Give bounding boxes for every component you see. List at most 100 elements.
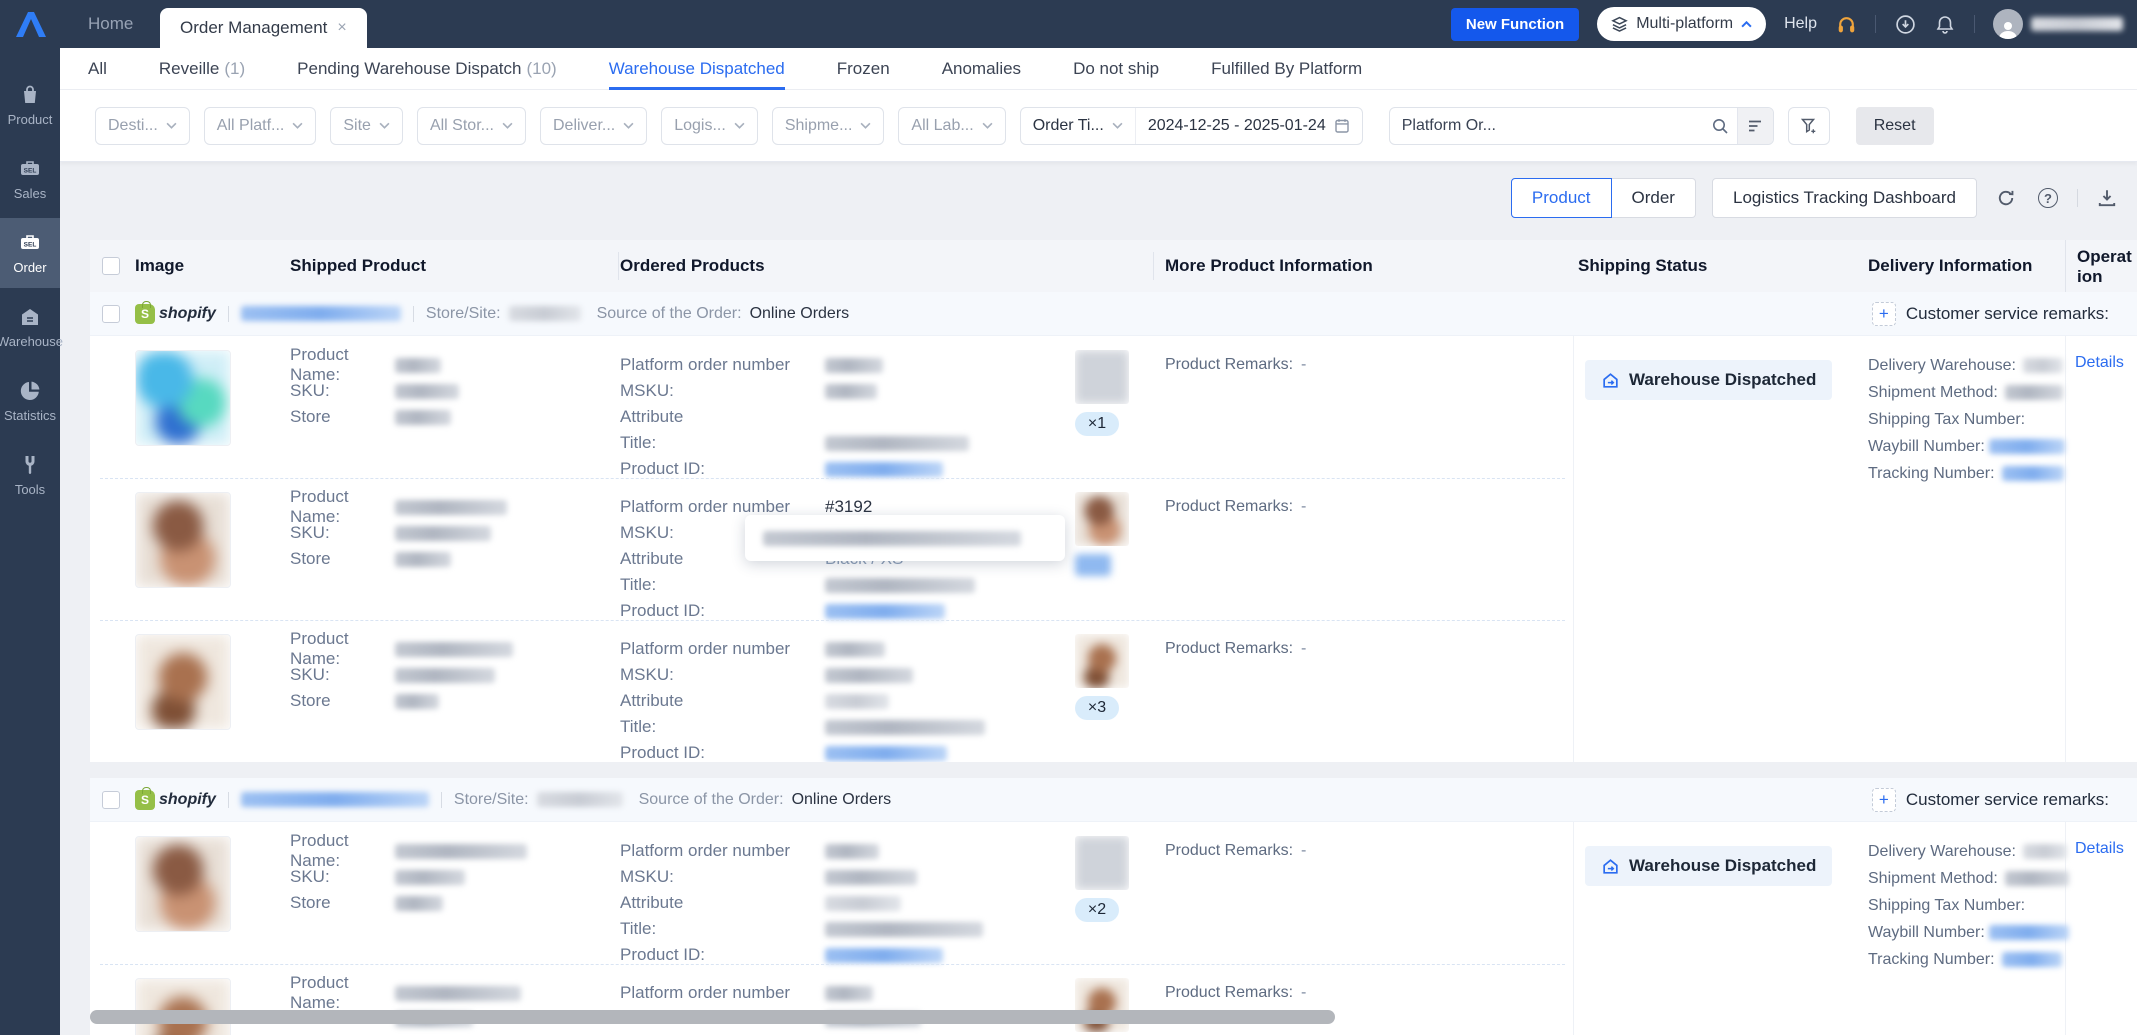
redacted-value: [395, 357, 441, 373]
tab-label: Fulfilled By Platform: [1211, 58, 1363, 78]
select-order-checkbox[interactable]: [102, 790, 120, 809]
redacted-order-number[interactable]: [240, 306, 401, 321]
product-remarks-label: Product Remarks:: [1165, 356, 1294, 373]
platform-filter-dropdown[interactable]: All Platf...: [203, 106, 317, 145]
order-time-type-dropdown[interactable]: Order Ti...: [1021, 107, 1136, 144]
tab-fulfilled-by-platform[interactable]: Fulfilled By Platform: [1211, 48, 1362, 90]
date-range-picker[interactable]: 2024-12-25 - 2025-01-24: [1136, 117, 1362, 135]
quantity-thumbnail[interactable]: [1075, 350, 1129, 404]
add-remark-button[interactable]: +: [1871, 788, 1896, 812]
scrollbar-thumb[interactable]: [90, 1010, 1335, 1024]
user-account[interactable]: [1993, 9, 2123, 39]
label-filter-dropdown[interactable]: All Lab...: [898, 106, 1006, 145]
select-all-checkbox[interactable]: [102, 257, 120, 275]
shipping-status-badge: Warehouse Dispatched: [1585, 846, 1833, 886]
details-link[interactable]: Details: [2075, 840, 2124, 858]
redacted-value: [395, 499, 507, 515]
redacted-product-id[interactable]: [825, 745, 947, 761]
download-circle-icon[interactable]: [1894, 13, 1916, 35]
tab-anomalies[interactable]: Anomalies: [942, 48, 1021, 90]
dropdown-label: Logis...: [674, 116, 726, 134]
select-order-checkbox[interactable]: [102, 304, 120, 323]
details-link[interactable]: Details: [2075, 354, 2124, 372]
tab-home[interactable]: Home: [88, 0, 133, 48]
source-value: Online Orders: [791, 790, 892, 808]
redacted-value: [395, 693, 439, 709]
quantity-thumbnail[interactable]: [1075, 492, 1129, 546]
advanced-filter-button[interactable]: [1787, 106, 1830, 145]
reset-button[interactable]: Reset: [1855, 106, 1934, 145]
close-icon[interactable]: ×: [337, 19, 346, 37]
redacted-order-number[interactable]: [240, 792, 429, 807]
redacted-tracking[interactable]: [2001, 952, 2062, 967]
sidebar-item-sales[interactable]: SEL Sales: [0, 144, 60, 214]
quantity-thumbnail[interactable]: [1075, 836, 1129, 890]
tab-do-not-ship[interactable]: Do not ship: [1073, 48, 1159, 90]
site-filter-dropdown[interactable]: Site: [330, 106, 403, 145]
logistics-filter-dropdown[interactable]: Logis...: [661, 106, 758, 145]
destination-filter-dropdown[interactable]: Desti...: [95, 106, 190, 145]
sidebar-item-label: Tools: [14, 482, 46, 497]
product-image[interactable]: [135, 836, 231, 932]
refresh-icon[interactable]: [1993, 185, 2019, 211]
redacted-waybill[interactable]: [1988, 439, 2065, 454]
add-remark-button[interactable]: +: [1871, 302, 1896, 326]
shipment-filter-dropdown[interactable]: Shipme...: [771, 106, 885, 145]
col-image: Image: [135, 256, 185, 275]
order-group: S shopify Store/Site: Source of the Orde…: [90, 778, 2137, 1035]
help-circle-icon[interactable]: ?: [2035, 185, 2061, 211]
view-toggle-order[interactable]: Order: [1611, 178, 1696, 218]
redacted-store: [508, 306, 581, 321]
tab-all[interactable]: All: [88, 48, 107, 90]
redacted-value: [395, 525, 491, 541]
headset-support-icon[interactable]: [1835, 13, 1857, 35]
store-label: Store: [290, 893, 331, 912]
sidebar-item-order[interactable]: SEL Order: [0, 218, 60, 288]
tab-pending-warehouse-dispatch[interactable]: Pending Warehouse Dispatch (10): [297, 48, 557, 90]
view-toggle-product[interactable]: Product: [1510, 178, 1612, 218]
export-download-icon[interactable]: [2094, 185, 2120, 211]
search-icon[interactable]: [1703, 108, 1737, 144]
product-image[interactable]: [135, 350, 231, 446]
redacted-value: [395, 843, 527, 859]
msku-label: MSKU:: [620, 867, 674, 886]
app-logo-icon[interactable]: [0, 0, 60, 48]
delivery-filter-dropdown[interactable]: Deliver...: [539, 106, 648, 145]
product-id-label: Product ID:: [620, 459, 706, 478]
redacted-tracking[interactable]: [2001, 466, 2064, 481]
dropdown-label: Deliver...: [552, 116, 616, 134]
customer-service-remarks-label: Customer service remarks:: [1905, 304, 2109, 323]
msku-label: MSKU:: [620, 381, 674, 400]
tab-warehouse-dispatched[interactable]: Warehouse Dispatched: [608, 48, 785, 90]
product-image[interactable]: [135, 978, 231, 1035]
product-image[interactable]: [135, 634, 231, 730]
product-remarks-value: -: [1301, 356, 1307, 373]
redacted-product-id[interactable]: [825, 603, 945, 619]
quantity-thumbnail[interactable]: [1075, 634, 1129, 688]
redacted-product-id[interactable]: [825, 461, 943, 477]
store-filter-dropdown[interactable]: All Stor...: [416, 106, 526, 145]
new-function-button[interactable]: New Function: [1450, 7, 1580, 41]
multi-platform-switcher[interactable]: Multi-platform: [1597, 7, 1767, 41]
search-input[interactable]: [1389, 116, 1703, 135]
search-options-icon[interactable]: [1736, 107, 1773, 144]
tab-frozen[interactable]: Frozen: [837, 48, 890, 90]
tab-reveille[interactable]: Reveille (1): [159, 48, 245, 90]
logistics-tracking-dashboard-button[interactable]: Logistics Tracking Dashboard: [1711, 178, 1977, 218]
help-link[interactable]: Help: [1784, 15, 1817, 33]
sidebar-item-warehouse[interactable]: Warehouse: [0, 292, 63, 362]
sidebar-item-statistics[interactable]: Statistics: [0, 366, 60, 436]
sidebar-item-product[interactable]: Product: [0, 70, 60, 140]
sidebar-item-tools[interactable]: Tools: [0, 440, 60, 510]
redacted-value: [825, 895, 901, 911]
notifications-bell-icon[interactable]: [1934, 13, 1956, 35]
order-group-header: S shopify Store/Site: Source of the Orde…: [90, 292, 2137, 336]
product-row: Product Name: SKU: Store Platform order …: [90, 620, 2137, 762]
dropdown-label: All Stor...: [429, 116, 494, 134]
delivery-information: Delivery Warehouse: Shipment Method: Shi…: [1868, 838, 2069, 973]
redacted-product-id[interactable]: [825, 947, 943, 963]
product-name-label: Product Name:: [290, 487, 349, 526]
tab-order-management[interactable]: Order Management ×: [160, 8, 367, 48]
redacted-waybill[interactable]: [1988, 925, 2069, 940]
product-image[interactable]: [135, 492, 231, 588]
